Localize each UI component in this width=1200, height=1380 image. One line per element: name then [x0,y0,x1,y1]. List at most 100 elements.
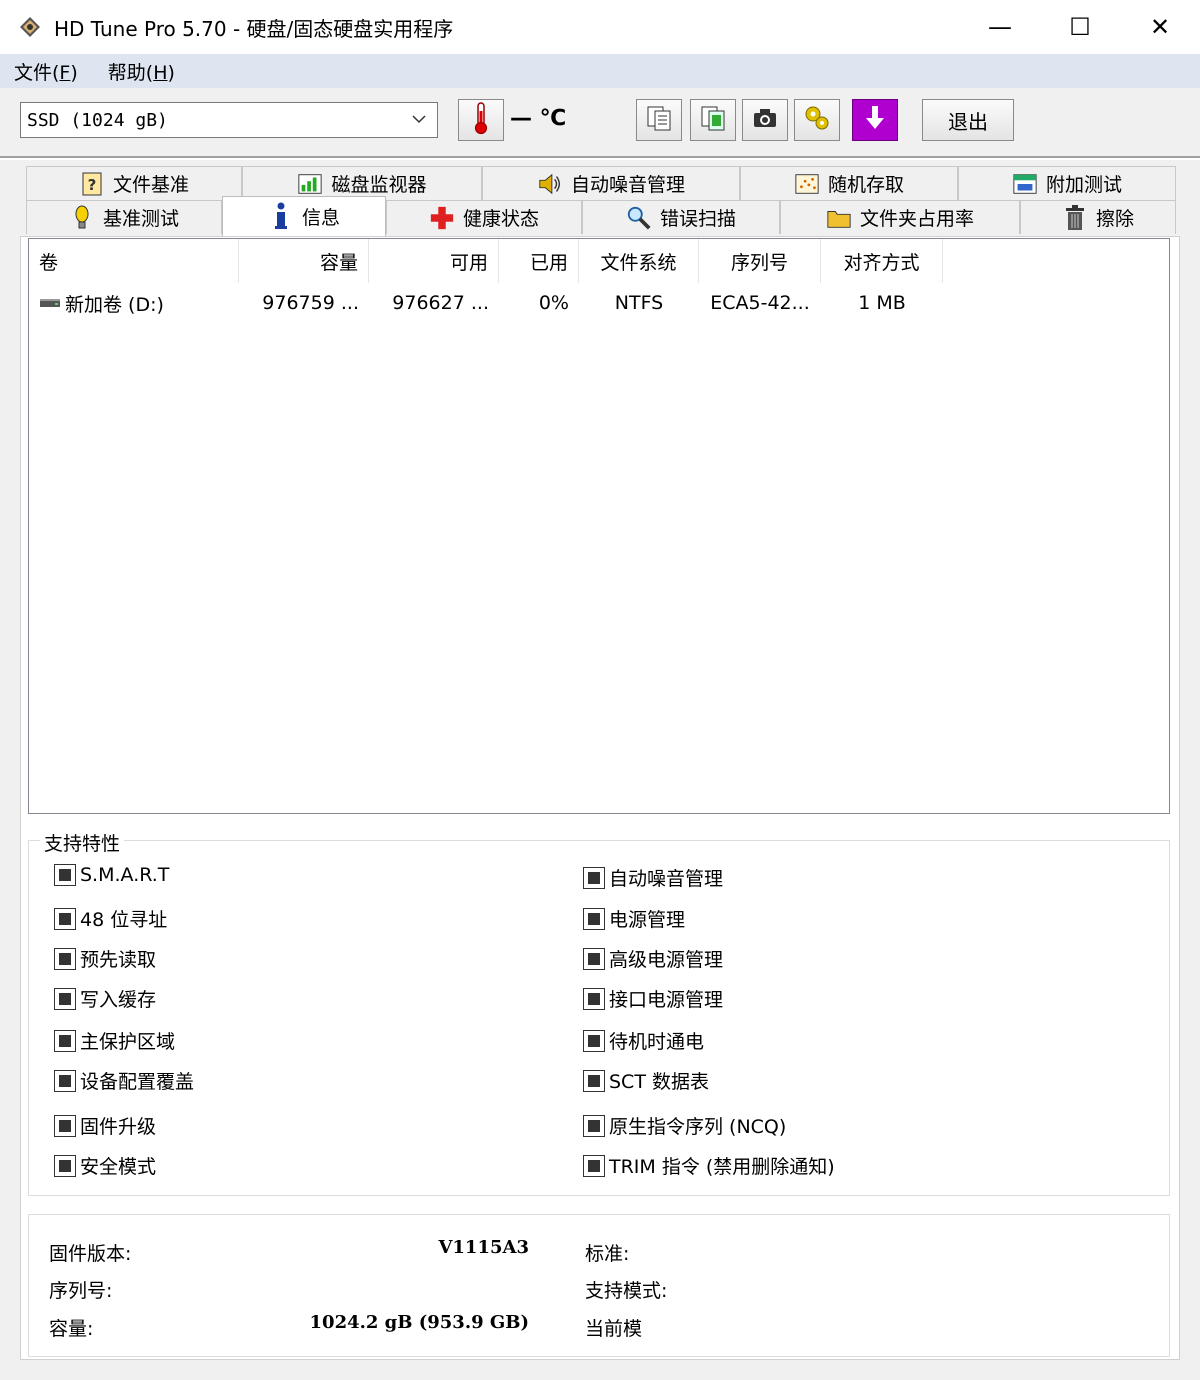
feature-item: 写入缓存 [54,985,156,1012]
save-button[interactable] [852,99,898,141]
features-group-title: 支持特性 [40,829,125,856]
feature-item: 设备配置覆盖 [54,1067,194,1094]
health-cross-icon [429,205,455,231]
volume-list[interactable]: 卷 容量 可用 已用 文件系统 序列号 对齐方式 新加卷 (D:) 976759… [28,238,1170,814]
free-cell: 976627 ... [392,292,489,314]
chevron-down-icon [411,111,427,132]
capacity-cell: 976759 ... [262,292,359,314]
table-row[interactable]: 新加卷 (D:) 976759 ... 976627 ... 0% NTFS E… [29,283,943,323]
thermometer-button[interactable] [458,99,504,141]
column-header-used[interactable]: 已用 [499,239,579,283]
feature-label: 接口电源管理 [609,989,724,1011]
feature-checkbox [583,907,605,930]
features-group [28,840,1170,1196]
column-header-filesystem[interactable]: 文件系统 [579,239,699,283]
feature-checkbox [54,864,76,886]
screenshot-button[interactable] [742,99,788,141]
folder-icon [826,205,852,231]
alignment-cell: 1 MB [858,292,906,314]
magnifier-icon [626,205,652,231]
minimize-button[interactable]: — [960,0,1040,54]
used-cell: 0% [538,292,569,314]
menu-file[interactable]: 文件(F) [14,58,78,85]
feature-item: 自动噪音管理 [583,864,723,891]
column-header-volume[interactable]: 卷 [29,239,239,283]
info-icon [268,202,294,230]
feature-checkbox [583,866,605,889]
column-header-serial[interactable]: 序列号 [699,239,821,283]
menu-help[interactable]: 帮助(H) [108,58,175,85]
tab-benchmark[interactable]: 基准测试 [26,200,222,234]
feature-label: 高级电源管理 [609,949,724,971]
feature-item: 高级电源管理 [583,945,723,972]
volume-name-cell: 新加卷 (D:) [29,283,239,323]
speaker-icon [537,171,563,197]
tab-info[interactable]: 信息 [222,196,386,236]
copy-text-icon [645,104,673,137]
copy-text-button[interactable] [636,99,682,141]
drive-icon [39,292,61,314]
feature-checkbox [583,1029,605,1052]
capacity-value: 1024.2 gB (953.9 GB) [309,1312,529,1333]
feature-checkbox [54,1154,76,1177]
maximize-button[interactable]: ☐ [1040,0,1120,54]
temperature-readout: — ℃ [510,106,567,131]
feature-checkbox [54,1029,76,1052]
random-access-icon [794,171,820,197]
file-benchmark-icon: ? [79,171,105,197]
menu-bar: 文件(F) 帮助(H) [0,54,1200,88]
feature-label: 写入缓存 [80,989,157,1011]
tab-extra-tests[interactable]: 附加测试 [958,166,1176,200]
feature-label: 主保护区域 [80,1031,176,1053]
feature-item: 安全模式 [54,1152,156,1179]
tab-acoustic[interactable]: 自动噪音管理 [482,166,740,200]
feature-item: 待机时通电 [583,1027,704,1054]
options-button[interactable] [794,99,840,141]
copy-screen-button[interactable] [690,99,736,141]
feature-label: 固件升级 [80,1116,157,1138]
feature-item: 预先读取 [54,945,156,972]
hd-tune-app-icon [18,15,42,39]
feature-checkbox [583,947,605,970]
exit-button[interactable]: 退出 [922,99,1014,141]
feature-label: SCT 数据表 [609,1071,709,1093]
feature-label: 电源管理 [609,909,686,931]
feature-item: SCT 数据表 [583,1067,709,1094]
column-header-capacity[interactable]: 容量 [239,239,369,283]
feature-label: 原生指令序列 (NCQ) [609,1116,787,1138]
feature-checkbox [583,1069,605,1092]
serial-label: 序列号: [49,1280,113,1302]
feature-item: 48 位寻址 [54,905,167,932]
tab-file-benchmark[interactable]: ? 文件基准 [26,166,242,200]
tab-erase[interactable]: 擦除 [1020,200,1176,234]
feature-item: 固件升级 [54,1112,156,1139]
copy-screen-icon [699,104,727,137]
filesystem-cell: NTFS [614,292,664,314]
feature-label: 自动噪音管理 [609,868,724,890]
disk-monitor-icon [297,171,323,197]
tab-folder-usage[interactable]: 文件夹占用率 [780,200,1020,234]
feature-label: 设备配置覆盖 [80,1071,195,1093]
camera-icon [751,106,779,135]
tab-random-access[interactable]: 随机存取 [740,166,958,200]
window-title: HD Tune Pro 5.70 - 硬盘/固态硬盘实用程序 [54,16,454,41]
firmware-value: V1115A3 [438,1237,529,1258]
thermometer-icon [471,101,491,140]
feature-item: S.M.A.R.T [54,864,169,886]
feature-checkbox [583,1114,605,1137]
support-mode-label: 支持模式: [585,1280,668,1302]
tab-health[interactable]: 健康状态 [386,200,582,234]
close-button[interactable]: ✕ [1120,0,1200,54]
feature-checkbox [54,947,76,970]
tab-disk-monitor[interactable]: 磁盘监视器 [242,166,482,200]
current-mode-label: 当前模 [585,1318,643,1340]
feature-label: 预先读取 [80,949,157,971]
drive-select[interactable]: SSD (1024 gB) [20,102,438,138]
column-header-free[interactable]: 可用 [369,239,499,283]
column-header-alignment[interactable]: 对齐方式 [821,239,943,283]
feature-checkbox [54,1114,76,1137]
feature-checkbox [583,1154,605,1177]
tab-error-scan[interactable]: 错误扫描 [582,200,780,234]
feature-checkbox [54,907,76,930]
feature-label: 48 位寻址 [80,909,168,931]
